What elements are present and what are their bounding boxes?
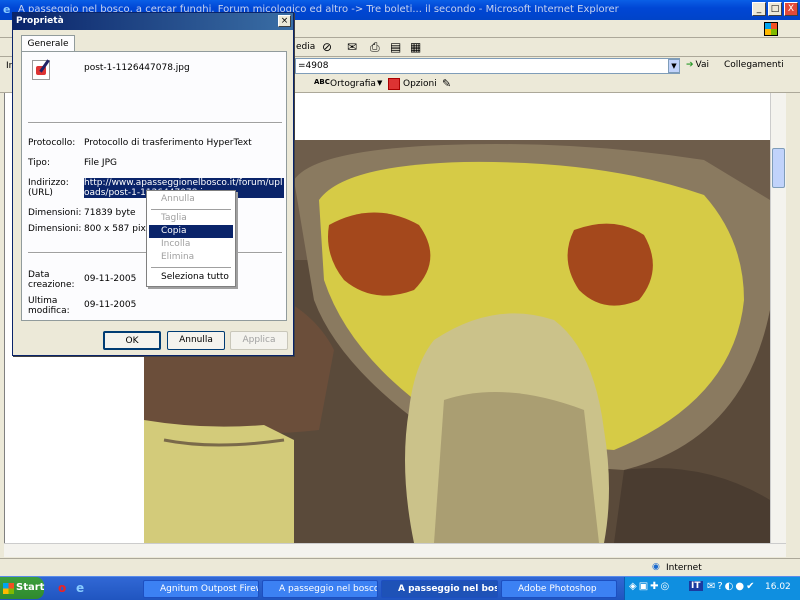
zone-label: Internet: [666, 563, 702, 573]
options-icon: [388, 78, 400, 90]
created-value: 09-11-2005: [84, 274, 137, 284]
size-bytes-value: 71839 byte: [84, 208, 136, 218]
discuss-icon[interactable]: ▦: [410, 40, 421, 54]
menu-item-paste[interactable]: Incolla: [149, 238, 233, 251]
windows-logo-icon: [764, 22, 778, 36]
tab-generale[interactable]: Generale: [21, 35, 75, 52]
modified-label: Ultima modifica:: [28, 296, 70, 316]
history-icon[interactable]: ⊘: [322, 40, 332, 54]
dropdown-arrow-icon[interactable]: ▼: [377, 79, 382, 87]
dialog-close-button[interactable]: ×: [278, 15, 291, 27]
go-button[interactable]: ➔ Vai: [686, 60, 709, 70]
size-bytes-label: Dimensioni:: [28, 208, 82, 218]
pencil-icon[interactable]: ✎: [442, 77, 451, 90]
media-button-label[interactable]: edia: [296, 42, 315, 52]
menu-item-select-all[interactable]: Seleziona tutto: [149, 271, 233, 284]
menu-separator: [151, 267, 231, 268]
menu-separator: [151, 209, 231, 210]
language-indicator[interactable]: IT: [689, 581, 703, 591]
minimize-button[interactable]: _: [752, 2, 766, 16]
menu-item-copy[interactable]: Copia: [149, 225, 233, 238]
menu-item-cut[interactable]: Taglia: [149, 212, 233, 225]
address-dropdown-button[interactable]: ▼: [668, 59, 680, 73]
file-name: post-1-1126447078.jpg: [84, 63, 190, 73]
taskbar-item-ie-2[interactable]: A passeggio nel bosc...: [381, 580, 498, 598]
type-value: File JPG: [84, 158, 117, 168]
size-pixels-label: Dimensioni:: [28, 224, 82, 234]
go-arrow-icon: ➔: [686, 60, 694, 70]
print-icon[interactable]: ⎙: [370, 40, 380, 55]
divider: [28, 122, 282, 124]
close-button[interactable]: X: [784, 2, 798, 16]
menu-item-delete[interactable]: Elimina: [149, 251, 233, 264]
go-label: Vai: [695, 60, 710, 70]
context-menu: Annulla Taglia Copia Incolla Elimina Sel…: [146, 190, 236, 287]
mail-icon[interactable]: ✉: [347, 40, 357, 54]
size-pixels-value: 800 x 587 pixel: [84, 224, 154, 234]
scroll-thumb[interactable]: [772, 148, 785, 188]
spellcheck-icon: ABC: [314, 78, 330, 86]
apply-button[interactable]: Applica: [230, 331, 288, 350]
taskbar-item-photoshop[interactable]: Adobe Photoshop: [501, 580, 617, 598]
links-toolbar-label[interactable]: Collegamenti: [724, 60, 784, 70]
horizontal-scrollbar[interactable]: [4, 543, 786, 557]
tray-icons[interactable]: ◈▣✚◎: [629, 581, 671, 592]
quicklaunch-opera-icon[interactable]: o: [58, 581, 66, 595]
menu-item-undo[interactable]: Annulla: [149, 193, 233, 206]
protocol-value: Protocollo di trasferimento HyperText: [84, 138, 252, 148]
type-label: Tipo:: [28, 158, 50, 168]
internet-zone-icon: ◉: [652, 562, 660, 572]
quicklaunch-ie-icon[interactable]: e: [76, 581, 84, 595]
address-input[interactable]: =4908: [295, 58, 680, 74]
status-bar: ◉ Internet: [0, 558, 800, 576]
jpg-file-icon: [32, 59, 50, 80]
spellcheck-button[interactable]: Ortografia: [330, 79, 376, 89]
dialog-title: Proprietà: [13, 13, 293, 30]
windows-flag-icon: [3, 583, 14, 594]
system-tray: ◈▣✚◎ IT ✉?◐●✔ 16.02: [624, 577, 800, 600]
taskbar-item-ie-1[interactable]: A passeggio nel bosco, ...: [262, 580, 378, 598]
taskbar-item-outpost[interactable]: Agnitum Outpost Firew...: [143, 580, 259, 598]
modified-value: 09-11-2005: [84, 300, 137, 310]
address-url-label: Indirizzo: (URL): [28, 178, 69, 198]
properties-dialog: Proprietà × Generale post-1-1126447078.j…: [12, 12, 294, 356]
options-button[interactable]: Opzioni: [403, 79, 437, 89]
protocol-label: Protocollo:: [28, 138, 76, 148]
window-controls: _ □ X: [752, 2, 798, 16]
tray-icons-2[interactable]: ✉?◐●✔: [707, 581, 757, 592]
created-label: Data creazione:: [28, 270, 75, 290]
edit-icon[interactable]: ▤: [390, 40, 401, 54]
maximize-button[interactable]: □: [768, 2, 782, 16]
clock[interactable]: 16.02: [765, 582, 791, 592]
ok-button[interactable]: OK: [103, 331, 161, 350]
vertical-scrollbar[interactable]: [770, 93, 786, 543]
cancel-button[interactable]: Annulla: [167, 331, 225, 350]
